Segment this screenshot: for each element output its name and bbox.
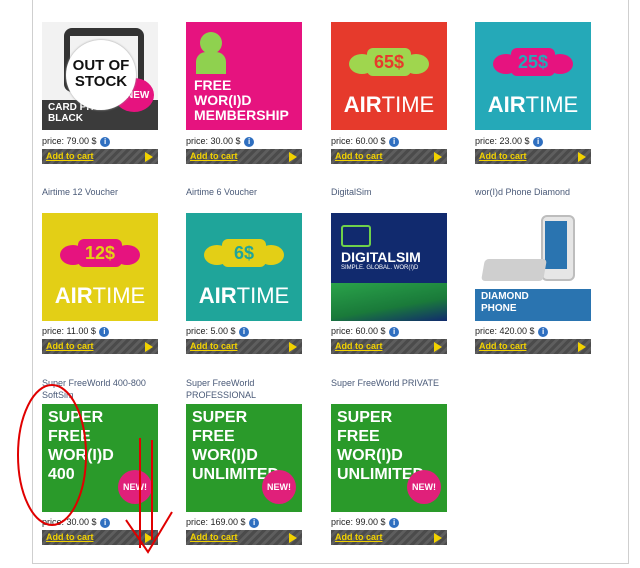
new-badge: NEW!	[118, 470, 152, 504]
airtime-wordmark: AIRTIME	[487, 92, 579, 117]
digitalsim-title: DIGITALSIM	[341, 249, 421, 265]
add-to-cart-button[interactable]: Add to cart	[186, 339, 302, 354]
arrow-right-icon	[289, 152, 297, 162]
price-label: price: 11.00 $ i	[42, 326, 110, 337]
info-icon[interactable]: i	[244, 136, 255, 147]
member-figure-icon	[200, 32, 222, 54]
super-text: SUPER FREE WOR(I)D UNLIMITED	[337, 409, 425, 483]
info-icon[interactable]: i	[389, 517, 400, 528]
product-image-membership[interactable]: FREE WOR(I)D MEMBERSHIP	[186, 22, 302, 130]
product-image-super-private[interactable]: SUPER FREE WOR(I)D UNLIMITED NEW!	[331, 404, 447, 512]
price-label: price: 60.00 $ i	[331, 136, 400, 147]
arrow-right-icon	[578, 152, 586, 162]
product-name[interactable]: Airtime 12 Voucher	[42, 186, 182, 198]
price-label: price: 60.00 $ i	[331, 326, 400, 337]
product-image-airtime-25[interactable]: 25$ AIRTIME	[475, 22, 591, 130]
add-to-cart-button[interactable]: Add to cart	[42, 149, 158, 164]
out-of-stock-badge: OUT OF STOCK	[66, 40, 136, 110]
add-to-cart-button[interactable]: Add to cart	[42, 339, 158, 354]
price-label: price: 5.00 $ i	[186, 326, 250, 337]
product-image-super-400[interactable]: SUPER FREE WOR(I)D 400 NEW!	[42, 404, 158, 512]
product-name[interactable]: Super FreeWorld PROFESSIONAL	[186, 377, 316, 401]
price-label: price: 23.00 $ i	[475, 136, 544, 147]
price-label: price: 420.00 $ i	[475, 326, 549, 337]
product-name[interactable]: Super FreeWorld 400-800 SoftSim	[42, 377, 172, 401]
arrow-right-icon	[434, 533, 442, 543]
amount-badge: 12$	[78, 239, 122, 267]
airtime-wordmark: AIRTIME	[198, 283, 290, 308]
sim-icon	[341, 225, 371, 247]
product-image-airtime-12[interactable]: 12$ AIRTIME	[42, 213, 158, 321]
add-to-cart-button[interactable]: Add to cart	[186, 149, 302, 164]
add-to-cart-button[interactable]: Add to cart	[475, 339, 591, 354]
super-text: SUPER FREE WOR(I)D 400	[48, 409, 114, 483]
product-image-phone-diamond[interactable]: DIAMOND PHONE	[475, 213, 591, 321]
info-icon[interactable]: i	[239, 326, 250, 337]
product-name[interactable]: wor(I)d Phone Diamond	[475, 186, 615, 198]
product-name[interactable]: Super FreeWorld PRIVATE	[331, 377, 461, 389]
info-icon[interactable]: i	[249, 517, 260, 528]
add-to-cart-button[interactable]: Add to cart	[475, 149, 591, 164]
amount-badge: 65$	[367, 48, 411, 76]
price-label: price: 79.00 $ i	[42, 136, 111, 147]
product-name[interactable]: Airtime 6 Voucher	[186, 186, 326, 198]
airtime-wordmark: AIRTIME	[54, 283, 146, 308]
info-icon[interactable]: i	[99, 326, 110, 337]
info-icon[interactable]: i	[389, 136, 400, 147]
arrow-right-icon	[289, 533, 297, 543]
product-image-airtime-6[interactable]: 6$ AIRTIME	[186, 213, 302, 321]
arrow-right-icon	[578, 342, 586, 352]
add-to-cart-button[interactable]: Add to cart	[331, 339, 447, 354]
amount-badge: 25$	[511, 48, 555, 76]
add-to-cart-button[interactable]: Add to cart	[331, 149, 447, 164]
new-badge: NEW!	[262, 470, 296, 504]
product-image-super-professional[interactable]: SUPER FREE WOR(I)D UNLIMITED NEW!	[186, 404, 302, 512]
info-icon[interactable]: i	[100, 136, 111, 147]
info-icon[interactable]: i	[533, 136, 544, 147]
arrow-right-icon	[289, 342, 297, 352]
add-to-cart-button[interactable]: Add to cart	[186, 530, 302, 545]
arrow-right-icon	[145, 152, 153, 162]
product-image-card-phone[interactable]: NEW CARD PHO BLACK OUT OF STOCK	[42, 22, 158, 130]
digitalsim-tagline: SIMPLE. GLOBAL. WOR(I)D	[341, 265, 419, 271]
add-to-cart-button[interactable]: Add to cart	[42, 530, 158, 545]
product-image-digitalsim[interactable]: DIGITALSIM SIMPLE. GLOBAL. WOR(I)D	[331, 213, 447, 321]
price-label: price: 169.00 $ i	[186, 517, 260, 528]
arrow-right-icon	[145, 533, 153, 543]
airtime-wordmark: AIRTIME	[343, 92, 435, 117]
super-text: SUPER FREE WOR(I)D UNLIMITED	[192, 409, 280, 483]
info-icon[interactable]: i	[100, 517, 111, 528]
product-name[interactable]: DigitalSim	[331, 186, 471, 198]
price-label: price: 30.00 $ i	[42, 517, 111, 528]
info-icon[interactable]: i	[538, 326, 549, 337]
arrow-right-icon	[145, 342, 153, 352]
amount-badge: 6$	[222, 239, 266, 267]
membership-text: FREE WOR(I)D MEMBERSHIP	[194, 77, 289, 123]
arrow-right-icon	[434, 152, 442, 162]
diamond-phone-label: DIAMOND PHONE	[481, 291, 529, 314]
product-image-airtime-65[interactable]: 65$ AIRTIME	[331, 22, 447, 130]
price-label: price: 30.00 $ i	[186, 136, 255, 147]
new-badge: NEW!	[407, 470, 441, 504]
add-to-cart-button[interactable]: Add to cart	[331, 530, 447, 545]
info-icon[interactable]: i	[389, 326, 400, 337]
price-label: price: 99.00 $ i	[331, 517, 400, 528]
arrow-right-icon	[434, 342, 442, 352]
